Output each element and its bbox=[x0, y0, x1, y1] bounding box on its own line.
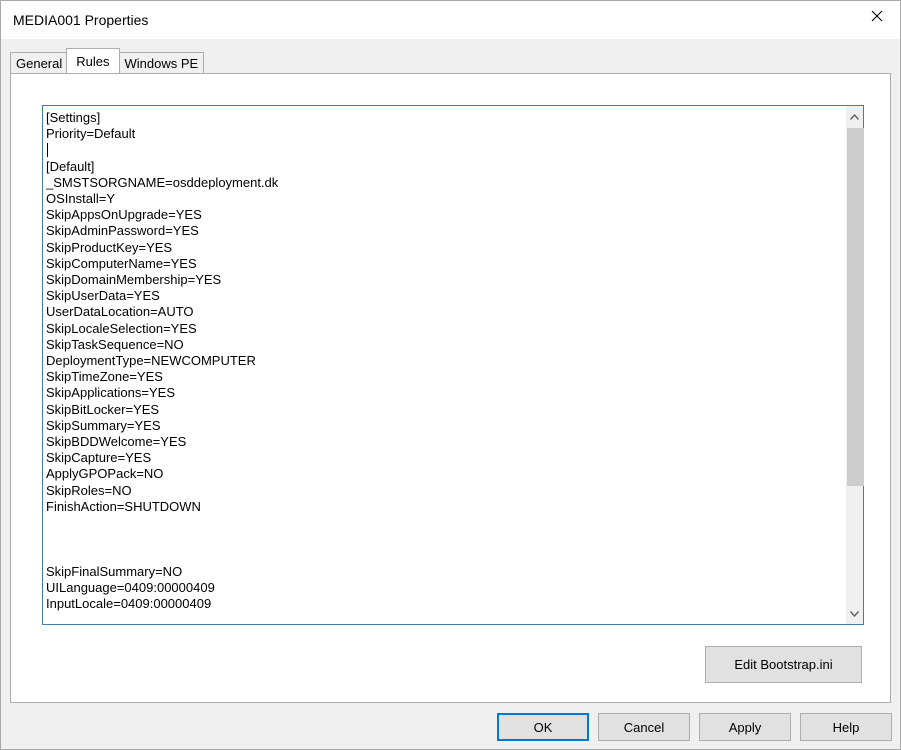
help-button[interactable]: Help bbox=[800, 713, 892, 741]
rules-text[interactable]: [Settings] Priority=Default [Default] _S… bbox=[46, 110, 836, 620]
tab-windows-pe[interactable]: Windows PE bbox=[118, 52, 205, 73]
scroll-up-button[interactable] bbox=[846, 108, 863, 125]
chevron-down-icon bbox=[850, 610, 859, 617]
scroll-thumb[interactable] bbox=[847, 128, 864, 486]
text-caret bbox=[47, 143, 48, 157]
scroll-down-button[interactable] bbox=[846, 605, 863, 622]
tab-strip: General Rules Windows PE bbox=[10, 48, 205, 73]
vertical-scrollbar[interactable] bbox=[846, 106, 864, 624]
tab-rules[interactable]: Rules bbox=[66, 48, 120, 73]
rules-editor[interactable]: [Settings] Priority=Default [Default] _S… bbox=[42, 105, 864, 625]
tab-label: Rules bbox=[76, 53, 110, 69]
rules-tab-panel: [Settings] Priority=Default [Default] _S… bbox=[10, 73, 891, 703]
properties-dialog: MEDIA001 Properties General Rules Window… bbox=[0, 0, 901, 750]
ok-button[interactable]: OK bbox=[497, 713, 589, 741]
tab-label: Windows PE bbox=[124, 55, 199, 71]
edit-bootstrap-button[interactable]: Edit Bootstrap.ini bbox=[705, 646, 862, 683]
cancel-button[interactable]: Cancel bbox=[598, 713, 690, 741]
title-bar: MEDIA001 Properties bbox=[1, 1, 900, 39]
window-title: MEDIA001 Properties bbox=[13, 12, 149, 28]
chevron-up-icon bbox=[850, 113, 859, 120]
apply-button[interactable]: Apply bbox=[699, 713, 791, 741]
close-icon bbox=[871, 10, 883, 22]
tab-label: General bbox=[16, 55, 63, 71]
tab-general[interactable]: General bbox=[10, 52, 69, 73]
close-button[interactable] bbox=[854, 1, 900, 31]
